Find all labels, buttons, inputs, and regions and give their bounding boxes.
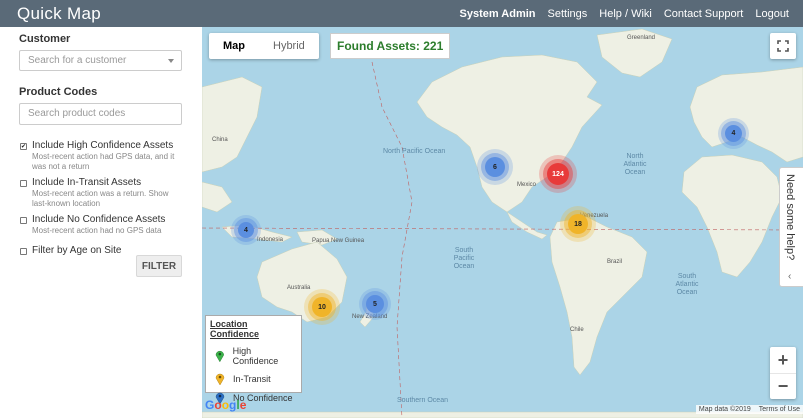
land-label-australia: Australia: [287, 285, 311, 291]
no-confidence-title: Include No Confidence Assets: [32, 214, 166, 225]
land-label-new-zealand: New Zealand: [352, 314, 388, 320]
no-confidence-option[interactable]: Include No Confidence Assets Most-recent…: [19, 214, 182, 236]
legend-label: High Confidence: [232, 346, 279, 366]
chevron-down-icon: [168, 59, 174, 63]
filter-sidebar: Customer Search for a customer Product C…: [0, 27, 202, 418]
land-label-china: China: [212, 137, 228, 143]
land-label-png: Papua New Guinea: [312, 238, 365, 244]
map-attribution: Map data ©2019 Terms of Use: [695, 405, 803, 414]
customer-label: Customer: [19, 33, 71, 45]
in-transit-desc: Most-recent action was a return. Show la…: [32, 189, 169, 208]
high-confidence-title: Include High Confidence Assets: [32, 140, 174, 151]
zoom-control: + −: [770, 347, 796, 399]
help-tab[interactable]: Need some help? ‹: [779, 167, 803, 287]
high-confidence-option[interactable]: ✔ Include High Confidence Assets Most-re…: [19, 140, 182, 172]
ocean-label-north-atlantic: North Atlantic Ocean: [623, 153, 647, 176]
legend-label: In-Transit: [233, 374, 271, 384]
land-label-greenland: Greenland: [627, 35, 656, 41]
high-confidence-desc: Most-recent action had GPS data, and it …: [32, 152, 175, 171]
help-tab-label: Need some help?: [784, 174, 796, 261]
product-codes-label: Product Codes: [19, 86, 98, 98]
ocean-label-north-pacific: North Pacific Ocean: [383, 148, 446, 155]
nav-menu: System Admin Settings Help / Wiki Contac…: [460, 0, 789, 27]
age-filter-title: Filter by Age on Site: [32, 245, 122, 256]
nav-system-admin[interactable]: System Admin: [460, 8, 536, 20]
fullscreen-button[interactable]: [770, 33, 796, 59]
legend-item-in-transit: In-Transit: [210, 373, 297, 385]
nav-logout[interactable]: Logout: [755, 8, 789, 20]
customer-placeholder: Search for a customer: [28, 55, 127, 66]
ocean-label-south-pacific: South Pacific Ocean: [453, 247, 475, 270]
chevron-left-icon: ‹: [788, 271, 792, 282]
ocean-label-south-atlantic: South Atlantic Ocean: [675, 273, 699, 296]
map-data-credit: Map data ©2019: [698, 406, 751, 413]
marker-cluster[interactable]: 5: [366, 295, 384, 313]
land-label-chile: Chile: [570, 327, 584, 333]
nav-settings[interactable]: Settings: [548, 8, 588, 20]
world-map[interactable]: North Pacific Ocean North Atlantic Ocean…: [202, 27, 803, 418]
filter-button[interactable]: FILTER: [136, 255, 182, 277]
zoom-out-button[interactable]: −: [770, 373, 796, 399]
marker-cluster[interactable]: 4: [725, 125, 742, 142]
location-confidence-legend: Location Confidence High Confidence In-T…: [205, 315, 302, 404]
top-navigation-bar: Quick Map System Admin Settings Help / W…: [0, 0, 803, 27]
marker-cluster[interactable]: 124: [547, 163, 569, 185]
legend-item-high-confidence: High Confidence: [210, 346, 297, 366]
in-transit-option[interactable]: Include In-Transit Assets Most-recent ac…: [19, 177, 182, 209]
nav-contact-support[interactable]: Contact Support: [664, 8, 744, 20]
terms-of-use-link[interactable]: Terms of Use: [759, 406, 800, 413]
marker-cluster[interactable]: 4: [238, 222, 254, 238]
zoom-in-button[interactable]: +: [770, 347, 796, 373]
product-codes-input[interactable]: Search product codes: [19, 103, 182, 125]
ocean-label-southern: Southern Ocean: [397, 397, 448, 404]
map-type-map-button[interactable]: Map: [209, 33, 259, 59]
customer-select[interactable]: Search for a customer: [19, 50, 182, 71]
no-confidence-desc: Most-recent action had no GPS data: [32, 226, 162, 235]
land-label-brazil: Brazil: [607, 259, 623, 265]
land-label-mexico: Mexico: [517, 182, 537, 188]
no-confidence-checkbox[interactable]: [20, 217, 27, 224]
high-confidence-checkbox[interactable]: ✔: [20, 143, 27, 150]
map-type-control: Map Hybrid: [209, 33, 319, 59]
marker-cluster[interactable]: 6: [485, 157, 505, 177]
map-type-hybrid-button[interactable]: Hybrid: [259, 33, 319, 59]
marker-cluster[interactable]: 10: [312, 297, 332, 317]
app-title: Quick Map: [17, 3, 101, 23]
green-pin-icon: [215, 350, 224, 362]
nav-help-wiki[interactable]: Help / Wiki: [599, 8, 652, 20]
marker-cluster[interactable]: 18: [568, 214, 588, 234]
in-transit-title: Include In-Transit Assets: [32, 177, 142, 188]
found-assets-badge: Found Assets: 221: [330, 33, 451, 59]
yellow-pin-icon: [215, 373, 225, 385]
age-filter-checkbox[interactable]: [20, 248, 27, 255]
google-logo: Google: [205, 398, 247, 412]
legend-title: Location Confidence: [210, 319, 260, 339]
in-transit-checkbox[interactable]: [20, 180, 27, 187]
land-label-indonesia: Indonesia: [257, 237, 284, 243]
fullscreen-icon: [777, 40, 789, 52]
